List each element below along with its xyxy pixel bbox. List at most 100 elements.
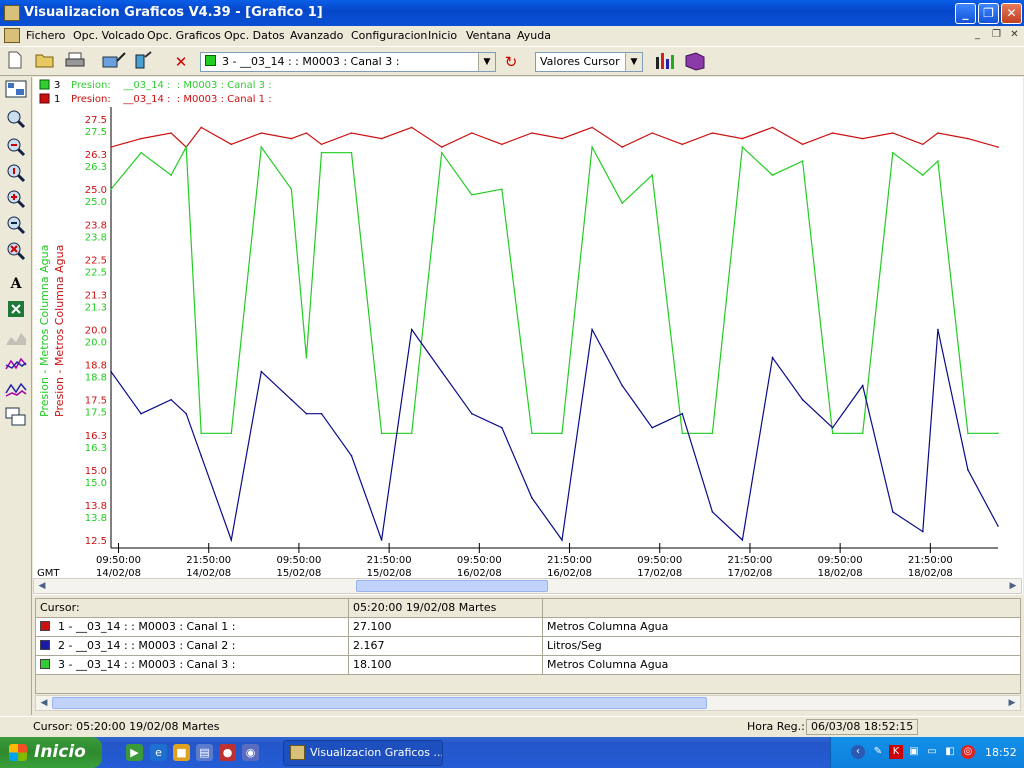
data-point — [260, 146, 263, 148]
chart-layout-icon[interactable] — [4, 79, 28, 101]
scroll-left-icon[interactable]: ◀ — [37, 696, 51, 710]
book-icon[interactable] — [684, 51, 706, 73]
zoom-in-horizontal-icon[interactable] — [4, 137, 28, 159]
print-icon[interactable] — [64, 51, 86, 73]
title-bar[interactable]: Visualizacion Graficos V4.39 - [Grafico … — [0, 0, 1024, 26]
channel-select-value: 3 - __03_14 : : M0003 : Canal 3 : — [222, 55, 400, 68]
channel-select[interactable]: 3 - __03_14 : : M0003 : Canal 3 : ▼ — [200, 52, 496, 72]
chart-hscroll-thumb[interactable] — [356, 580, 548, 592]
y-tick-label-green: 23.8 — [85, 232, 107, 243]
minimize-button[interactable]: _ — [955, 3, 976, 24]
menu-opc-datos[interactable]: Opc. Datos — [224, 29, 285, 42]
table-hscrollbar[interactable]: ◀ ▶ — [35, 695, 1021, 711]
data-point — [350, 132, 353, 134]
zoom-out-icon[interactable] — [4, 215, 28, 237]
menu-opc-graficos[interactable]: Opc. Graficos — [147, 29, 221, 42]
new-icon[interactable] — [4, 51, 26, 73]
clock: 18:52 — [985, 746, 1017, 759]
pen-tool-icon[interactable] — [132, 51, 154, 73]
scroll-left-icon[interactable]: ◀ — [35, 579, 49, 593]
data-point — [937, 132, 939, 134]
data-point — [185, 412, 187, 415]
data-point — [997, 146, 999, 148]
open-icon[interactable] — [34, 51, 56, 73]
tray-display-icon[interactable]: ▭ — [925, 745, 939, 759]
menu-fichero[interactable]: Fichero — [26, 29, 65, 42]
menu-ventana[interactable]: Ventana — [466, 29, 511, 42]
data-point — [771, 174, 774, 176]
zoom-in-vertical-icon[interactable] — [4, 163, 28, 185]
excel-export-icon[interactable] — [4, 299, 28, 321]
status-hora-label: Hora Reg.: — [747, 720, 805, 733]
row-label-cell: 2 - __03_14 : : M0003 : Canal 2 : — [36, 637, 349, 655]
menu-inicio[interactable]: Inicio — [428, 29, 457, 42]
quicklaunch-player-icon[interactable]: ● — [219, 744, 236, 761]
y-axis-label-red: Presion - Metros Columna Agua — [53, 245, 66, 417]
chart-lines-icon[interactable] — [4, 355, 28, 377]
mdi-close-button[interactable]: ✕ — [1007, 28, 1022, 42]
y-tick-label-red: 22.5 — [85, 255, 107, 266]
window-title: Visualizacion Graficos V4.39 - [Grafico … — [24, 5, 323, 20]
menu-configuracion[interactable]: Configuracion — [351, 29, 427, 42]
window-cascade-icon[interactable] — [4, 407, 28, 429]
quicklaunch-ie-icon[interactable]: e — [150, 744, 167, 761]
quicklaunch-app-icon[interactable]: ■ — [173, 744, 190, 761]
tray-volume-icon[interactable]: ◧ — [943, 745, 957, 759]
taskbar-window-label: Visualizacion Graficos ... — [310, 746, 443, 759]
chart-style-icon[interactable] — [654, 51, 676, 73]
quicklaunch-media-icon[interactable]: ▶ — [126, 744, 143, 761]
menu-opc-volcado[interactable]: Opc. Volcado — [73, 29, 145, 42]
data-point — [922, 174, 924, 176]
close-button[interactable]: ✕ — [1001, 3, 1022, 24]
start-button[interactable]: Inicio — [0, 737, 102, 768]
zoom-icon[interactable] — [4, 109, 28, 131]
app-icon[interactable] — [4, 5, 20, 21]
chart-area-icon[interactable] — [4, 329, 28, 351]
table-hscroll-thumb[interactable] — [52, 697, 707, 709]
chevron-down-icon[interactable]: ▼ — [625, 53, 642, 71]
chart-multi-icon[interactable] — [4, 381, 28, 403]
data-point — [140, 151, 142, 154]
data-point — [170, 132, 172, 134]
value-select[interactable]: Valores Cursor ▼ — [535, 52, 643, 72]
table-row[interactable]: 1 - __03_14 : : M0003 : Canal 1 : 27.100… — [36, 618, 1020, 637]
data-point — [230, 143, 233, 146]
delete-icon[interactable]: ✕ — [170, 51, 192, 73]
tray-tool-icon[interactable]: ✎ — [871, 745, 885, 759]
menu-ayuda[interactable]: Ayuda — [517, 29, 551, 42]
zoom-reset-icon[interactable] — [4, 241, 28, 263]
data-point — [350, 151, 353, 154]
restore-button[interactable]: ❐ — [978, 3, 999, 24]
zoom-tool-icon[interactable] — [100, 51, 128, 73]
y-tick-label-red: 18.8 — [85, 361, 107, 372]
data-point — [801, 160, 804, 162]
data-point — [200, 432, 202, 435]
refresh-icon[interactable]: ↻ — [500, 51, 522, 73]
zoom-in-icon[interactable] — [4, 189, 28, 211]
table-row[interactable]: 2 - __03_14 : : M0003 : Canal 2 : 2.167 … — [36, 637, 1020, 656]
scroll-right-icon[interactable]: ▶ — [1005, 696, 1019, 710]
chevron-down-icon[interactable]: ▼ — [478, 53, 495, 71]
data-point — [741, 539, 744, 541]
chart-hscrollbar[interactable]: ◀ ▶ — [33, 578, 1022, 594]
quicklaunch-explorer-icon[interactable]: ▤ — [196, 744, 213, 761]
tray-security-icon[interactable]: ◎ — [961, 745, 975, 759]
data-point — [501, 188, 503, 190]
mdi-restore-button[interactable]: ❐ — [989, 28, 1004, 42]
text-annotation-icon[interactable]: A — [4, 273, 28, 295]
chart-panel[interactable]: 3 Presion: __03_14 : : M0003 : Canal 3 :… — [33, 77, 1023, 595]
tray-network-icon[interactable]: ▣ — [907, 745, 921, 759]
taskbar-window-button[interactable]: Visualizacion Graficos ... — [283, 740, 443, 766]
scroll-right-icon[interactable]: ▶ — [1006, 579, 1020, 593]
mdi-minimize-button[interactable]: _ — [970, 28, 985, 42]
data-point — [937, 160, 939, 162]
data-point — [471, 132, 473, 134]
data-point — [831, 426, 834, 429]
tray-expand-icon[interactable]: ‹ — [851, 745, 865, 759]
menu-avanzado[interactable]: Avanzado — [290, 29, 343, 42]
chart-svg[interactable]: 3 Presion: __03_14 : : M0003 : Canal 3 :… — [33, 77, 1023, 595]
quicklaunch-desktop-icon[interactable]: ◉ — [242, 744, 259, 761]
tray-antivirus-icon[interactable]: K — [889, 745, 903, 759]
table-row[interactable]: 3 - __03_14 : : M0003 : Canal 3 : 18.100… — [36, 656, 1020, 675]
child-window-icon[interactable] — [4, 28, 20, 43]
